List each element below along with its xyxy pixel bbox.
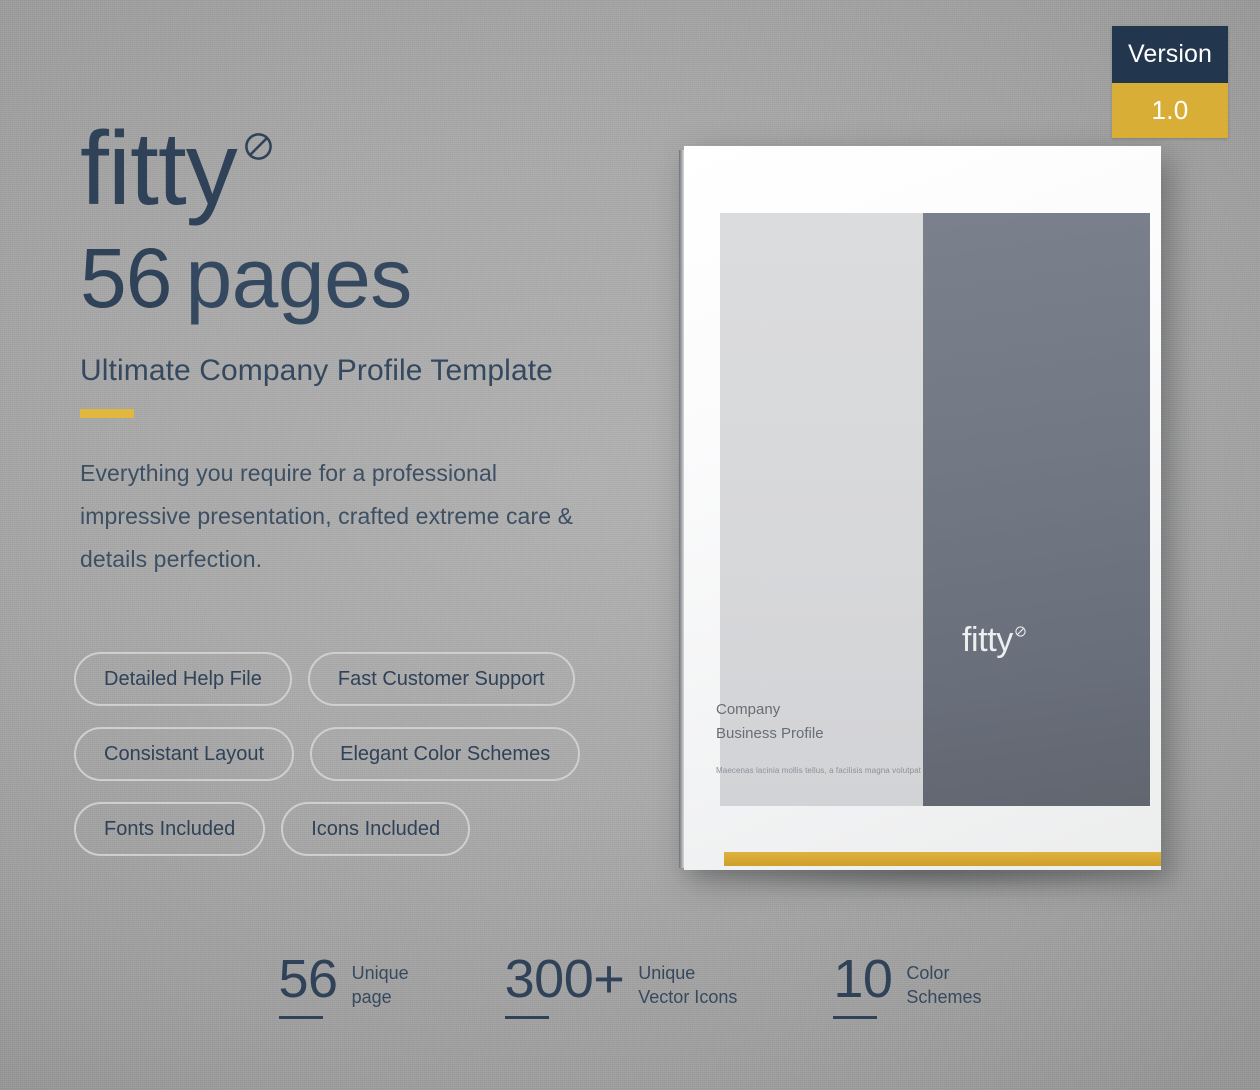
feature-pill-fonts-included[interactable]: Fonts Included <box>74 802 266 856</box>
feature-pill-row: Detailed Help File Fast Customer Support <box>74 652 634 706</box>
stat-number-block: 300+ <box>504 949 625 1020</box>
feature-pill-row: Fonts Included Icons Included <box>74 802 634 856</box>
feature-pill-fast-customer-support[interactable]: Fast Customer Support <box>307 652 575 706</box>
stat-label: Unique Vector Icons <box>638 963 738 1008</box>
stat-number-block: 56 <box>278 949 339 1020</box>
brochure-title: Company Business Profile <box>716 698 824 747</box>
stat-number: 300+ <box>504 949 625 1009</box>
poster-stage: Version 1.0 fitty 56 pages Ultimate Compa… <box>0 0 1260 1090</box>
brochure-right-panel <box>923 213 1150 806</box>
pages-count: 56 <box>80 230 172 325</box>
stat-vector-icons: 300+ Unique Vector Icons <box>504 949 738 1020</box>
stat-underline <box>278 1016 323 1020</box>
brochure-title-line-1: Company <box>716 701 781 718</box>
feature-pill-list: Detailed Help File Fast Customer Support… <box>74 652 634 877</box>
feature-pill-consistant-layout[interactable]: Consistant Layout <box>74 727 295 781</box>
brand-logo: fitty <box>80 111 272 227</box>
version-badge-value: 1.0 <box>1112 83 1228 138</box>
circle-slash-icon <box>244 133 272 160</box>
feature-pill-elegant-color-schemes[interactable]: Elegant Color Schemes <box>310 727 581 781</box>
circle-slash-icon <box>1015 626 1026 637</box>
pages-headline: 56 pages <box>80 236 640 320</box>
stat-unique-page: 56 Unique page <box>278 949 409 1020</box>
stat-underline <box>504 1016 549 1020</box>
brochure-cover-page: fitty Company Business Profile Maecenas … <box>684 146 1161 870</box>
stat-number-block: 10 <box>833 949 893 1020</box>
stat-number: 10 <box>833 949 893 1009</box>
stat-label: Unique page <box>351 963 409 1008</box>
stat-color-schemes: 10 Color Schemes <box>833 949 982 1020</box>
feature-pill-detailed-help-file[interactable]: Detailed Help File <box>74 652 292 706</box>
brochure-accent-bar <box>724 852 1161 866</box>
pages-word: pages <box>185 230 412 325</box>
brochure-logo: fitty <box>962 621 1026 659</box>
feature-pill-icons-included[interactable]: Icons Included <box>281 802 471 856</box>
brand-logo-word: fitty <box>80 111 238 227</box>
gold-divider <box>80 408 134 418</box>
hero-description: Everything you require for a professiona… <box>80 459 574 573</box>
stat-label: Color Schemes <box>906 963 982 1008</box>
brochure-logo-word: fitty <box>962 621 1013 659</box>
brochure-mockup: fitty Company Business Profile Maecenas … <box>679 146 1161 870</box>
stat-number: 56 <box>278 949 339 1009</box>
feature-pill-row: Consistant Layout Elegant Color Schemes <box>74 727 634 781</box>
version-badge: Version 1.0 <box>1112 26 1228 138</box>
hero-subtitle: Ultimate Company Profile Template <box>80 353 553 387</box>
brochure-title-line-2: Business Profile <box>716 725 824 743</box>
stats-row: 56 Unique page 300+ Unique Vector Icons … <box>0 949 1260 1020</box>
stat-underline <box>833 1016 878 1020</box>
version-badge-label: Version <box>1112 26 1228 83</box>
brochure-caption: Maecenas lacinia mollis tellus, a facili… <box>716 766 922 775</box>
hero-column: fitty 56 pages Ultimate Company Profile T… <box>80 111 640 582</box>
